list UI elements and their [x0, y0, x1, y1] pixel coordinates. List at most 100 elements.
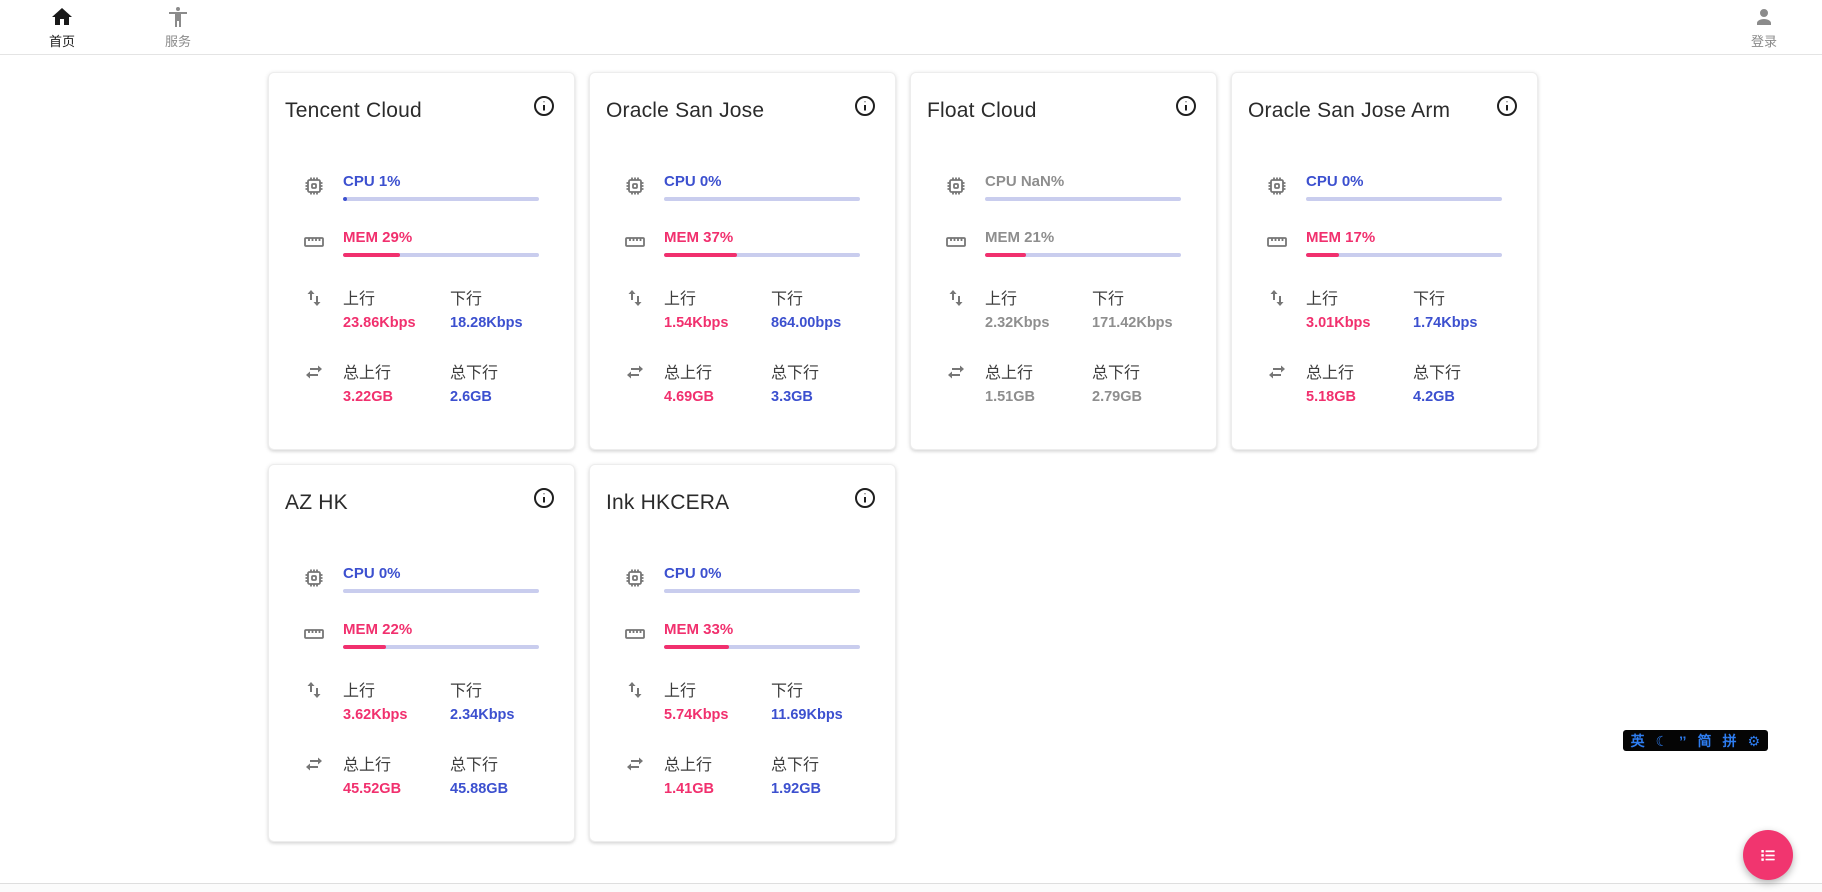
total-row: 总上行 3.22GB 总下行 2.6GB	[285, 359, 558, 433]
cpu-row: CPU 0%	[606, 173, 879, 229]
cpu-row: CPU 1%	[285, 173, 558, 229]
total-upload-label: 总上行	[343, 751, 450, 775]
server-list-fab[interactable]	[1743, 830, 1793, 880]
info-icon[interactable]	[532, 485, 558, 511]
total-download-label: 总下行	[450, 751, 557, 775]
server-card: Oracle San Jose Arm CPU 0%	[1231, 72, 1538, 450]
total-columns: 总上行 5.18GB 总下行 4.2GB	[1306, 359, 1521, 405]
gear-icon[interactable]: ⚙	[1747, 734, 1760, 748]
upload-value: 23.86Kbps	[343, 315, 450, 331]
speed-row: 上行 3.01Kbps 下行 1.74Kbps	[1248, 285, 1521, 359]
total-download-label: 总下行	[1092, 359, 1199, 383]
mem-meter: MEM 33%	[664, 621, 860, 649]
mem-progress-fill	[985, 253, 1026, 257]
cpu-progress-bar	[343, 197, 539, 201]
ime-language-label[interactable]: 英	[1631, 734, 1645, 748]
total-upload: 总上行 1.41GB	[664, 751, 771, 797]
total-upload: 总上行 1.51GB	[985, 359, 1092, 405]
server-card-header: Tencent Cloud	[285, 93, 558, 123]
mem-progress-fill	[343, 253, 400, 257]
cpu-chip-icon	[927, 173, 985, 198]
upload-value: 1.54Kbps	[664, 315, 771, 331]
upload-speed: 上行 3.01Kbps	[1306, 285, 1413, 331]
server-card-header: AZ HK	[285, 485, 558, 515]
info-icon[interactable]	[1495, 93, 1521, 119]
top-nav: 首页 服务 登录	[0, 0, 1822, 55]
upload-label: 上行	[664, 285, 771, 309]
total-upload: 总上行 3.22GB	[343, 359, 450, 405]
upload-value: 3.62Kbps	[343, 707, 450, 723]
memory-ruler-icon	[606, 229, 664, 254]
download-speed: 下行 11.69Kbps	[771, 677, 878, 723]
server-card: Ink HKCERA CPU 0%	[589, 464, 896, 842]
cpu-meter: CPU 1%	[343, 173, 539, 201]
moon-icon[interactable]: ☾	[1656, 734, 1669, 748]
cpu-usage-label: CPU 0%	[1306, 173, 1502, 190]
speed-row: 上行 2.32Kbps 下行 171.42Kbps	[927, 285, 1200, 359]
swap-vert-icon	[606, 677, 664, 702]
nav-services-label: 服务	[165, 31, 191, 50]
total-upload: 总上行 5.18GB	[1306, 359, 1413, 405]
mem-usage-label: MEM 17%	[1306, 229, 1502, 246]
download-label: 下行	[771, 677, 878, 701]
total-upload: 总上行 4.69GB	[664, 359, 771, 405]
total-download-value: 3.3GB	[771, 389, 878, 405]
mem-row: MEM 33%	[606, 621, 879, 677]
download-value: 18.28Kbps	[450, 315, 557, 331]
ime-pinyin-label[interactable]: 拼	[1722, 734, 1736, 748]
mem-meter: MEM 21%	[985, 229, 1181, 257]
mem-progress-bar	[985, 253, 1181, 257]
info-icon[interactable]	[1174, 93, 1200, 119]
speed-columns: 上行 3.01Kbps 下行 1.74Kbps	[1306, 285, 1521, 331]
mem-row: MEM 37%	[606, 229, 879, 285]
download-label: 下行	[1413, 285, 1520, 309]
mem-progress-fill	[1306, 253, 1339, 257]
download-label: 下行	[771, 285, 878, 309]
nav-item-home[interactable]: 首页	[34, 5, 90, 50]
info-icon[interactable]	[853, 93, 879, 119]
ime-simplified-label[interactable]: 简	[1697, 734, 1711, 748]
mem-meter: MEM 29%	[343, 229, 539, 257]
total-upload-label: 总上行	[985, 359, 1092, 383]
cpu-progress-bar	[343, 589, 539, 593]
download-label: 下行	[1092, 285, 1199, 309]
memory-ruler-icon	[285, 229, 343, 254]
total-upload-value: 1.51GB	[985, 389, 1092, 405]
download-label: 下行	[450, 677, 557, 701]
upload-label: 上行	[343, 677, 450, 701]
nav-item-services[interactable]: 服务	[150, 5, 206, 50]
total-upload-value: 4.69GB	[664, 389, 771, 405]
total-upload-label: 总上行	[664, 751, 771, 775]
server-name: Oracle San Jose Arm	[1248, 93, 1450, 123]
download-value: 1.74Kbps	[1413, 315, 1520, 331]
server-card-body: CPU 0% MEM 22%	[269, 565, 574, 825]
cpu-chip-icon	[606, 565, 664, 590]
cpu-meter: CPU 0%	[664, 565, 860, 593]
cpu-chip-icon	[285, 565, 343, 590]
swap-vert-icon	[1248, 285, 1306, 310]
cpu-usage-label: CPU NaN%	[985, 173, 1181, 190]
cpu-progress-fill	[343, 197, 347, 201]
total-columns: 总上行 1.51GB 总下行 2.79GB	[985, 359, 1200, 405]
info-icon[interactable]	[532, 93, 558, 119]
cpu-chip-icon	[285, 173, 343, 198]
swap-vert-icon	[927, 285, 985, 310]
quote-icon[interactable]: ’’	[1679, 734, 1686, 748]
total-columns: 总上行 1.41GB 总下行 1.92GB	[664, 751, 879, 797]
info-icon[interactable]	[853, 485, 879, 511]
cpu-meter: CPU 0%	[343, 565, 539, 593]
total-download-value: 4.2GB	[1413, 389, 1520, 405]
total-row: 总上行 5.18GB 总下行 4.2GB	[1248, 359, 1521, 433]
total-download-value: 2.6GB	[450, 389, 557, 405]
swap-horiz-icon	[927, 359, 985, 384]
server-card-header: Ink HKCERA	[606, 485, 879, 515]
download-value: 2.34Kbps	[450, 707, 557, 723]
swap-horiz-icon	[606, 751, 664, 776]
speed-row: 上行 5.74Kbps 下行 11.69Kbps	[606, 677, 879, 751]
download-label: 下行	[450, 285, 557, 309]
nav-item-login[interactable]: 登录	[1736, 5, 1792, 50]
total-upload-value: 5.18GB	[1306, 389, 1413, 405]
speed-columns: 上行 5.74Kbps 下行 11.69Kbps	[664, 677, 879, 723]
cpu-meter: CPU 0%	[664, 173, 860, 201]
cpu-progress-bar	[1306, 197, 1502, 201]
